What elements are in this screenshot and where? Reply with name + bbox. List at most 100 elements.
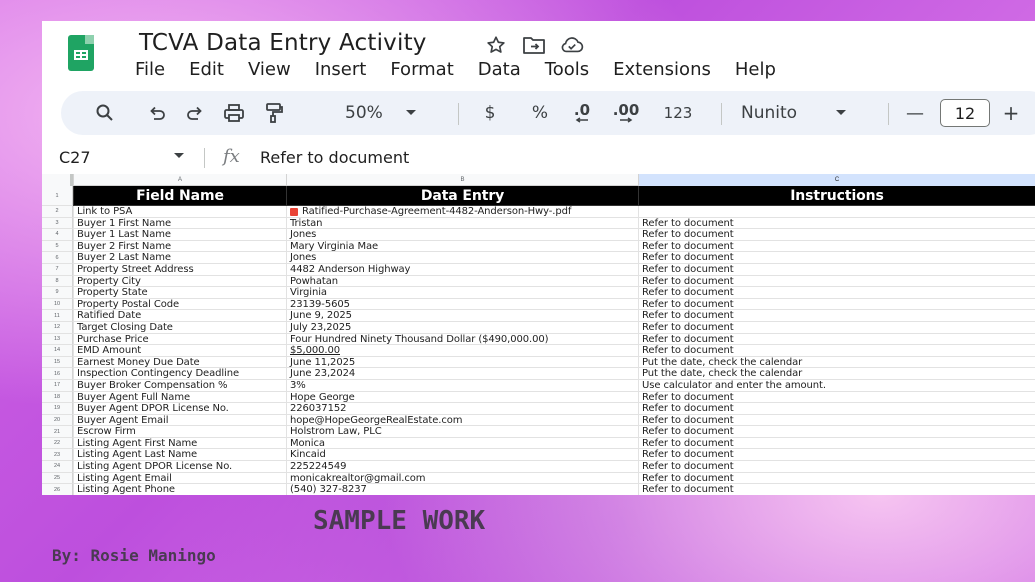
cell-field-name[interactable]: Buyer Agent Email (73, 414, 286, 427)
cell-instructions[interactable]: Refer to document (638, 217, 1035, 230)
row-number[interactable]: 20 (42, 414, 73, 427)
cell-data-entry[interactable]: 23139-5605 (286, 298, 638, 311)
cell-instructions[interactable]: Put the date, check the calendar (638, 368, 1035, 380)
cell-instructions[interactable]: Refer to document (638, 426, 1035, 438)
column-header-b[interactable]: B (286, 174, 638, 186)
row-number[interactable]: 1 (42, 186, 73, 206)
row-number[interactable]: 12 (42, 321, 73, 334)
row-number[interactable]: 22 (42, 437, 73, 450)
row-number[interactable]: 3 (42, 217, 73, 230)
header-data-entry[interactable]: Data Entry (286, 186, 638, 206)
decrease-font-size-button[interactable]: — (901, 91, 929, 135)
cell-instructions[interactable]: Refer to document (638, 449, 1035, 462)
cell-data-entry[interactable]: Tristan (286, 217, 638, 230)
cell-field-name[interactable]: Listing Agent Email (73, 472, 286, 485)
move-to-folder-icon[interactable] (522, 33, 546, 57)
row-number[interactable]: 4 (42, 229, 73, 241)
cell-data-entry[interactable]: June 9, 2025 (286, 310, 638, 322)
cell-data-entry[interactable]: Four Hundred Ninety Thousand Dollar ($49… (286, 333, 638, 346)
percent-format-button[interactable]: % (526, 91, 554, 135)
font-select[interactable]: Nunito (741, 91, 891, 135)
cell-field-name[interactable]: Earnest Money Due Date (73, 356, 286, 369)
cell-field-name[interactable]: Listing Agent DPOR License No. (73, 461, 286, 473)
cell-field-name[interactable]: Purchase Price (73, 333, 286, 346)
cell-data-entry[interactable]: 4482 Anderson Highway (286, 263, 638, 276)
cell-data-entry[interactable]: Monica (286, 437, 638, 450)
cell-instructions[interactable]: Refer to document (638, 321, 1035, 334)
font-size-input[interactable]: 12 (940, 99, 990, 127)
row-number[interactable]: 9 (42, 287, 73, 299)
more-formats-button[interactable]: 123 (658, 91, 698, 135)
cell-field-name[interactable]: Buyer 1 Last Name (73, 229, 286, 241)
row-number[interactable]: 23 (42, 449, 73, 462)
row-number[interactable]: 6 (42, 252, 73, 264)
cell-field-name[interactable]: Buyer Broker Compensation % (73, 379, 286, 392)
cell-instructions[interactable]: Refer to document (638, 263, 1035, 276)
sheets-logo-icon[interactable] (68, 35, 94, 71)
cell-data-entry[interactable]: hope@HopeGeorgeRealEstate.com (286, 414, 638, 427)
cell-data-entry[interactable]: Mary Virginia Mae (286, 240, 638, 253)
decrease-decimal-button[interactable]: .0 (564, 91, 600, 135)
cell-instructions[interactable]: Refer to document (638, 345, 1035, 357)
cell-instructions[interactable]: Refer to document (638, 275, 1035, 288)
cell-field-name[interactable]: Property City (73, 275, 286, 288)
cell-data-entry[interactable]: monicakrealtor@gmail.com (286, 472, 638, 485)
cell-data-entry[interactable]: Virginia (286, 287, 638, 299)
increase-font-size-button[interactable]: + (999, 91, 1023, 135)
row-number[interactable]: 10 (42, 298, 73, 311)
row-number[interactable]: 24 (42, 461, 73, 473)
pdf-chip[interactable]: Ratified-Purchase-Agreement-4482-Anderso… (290, 206, 571, 217)
cell-field-name[interactable]: Buyer Agent DPOR License No. (73, 403, 286, 415)
row-number[interactable]: 25 (42, 472, 73, 485)
row-number[interactable]: 15 (42, 356, 73, 369)
row-number[interactable]: 13 (42, 333, 73, 346)
chevron-down-icon[interactable] (173, 152, 185, 160)
name-box[interactable]: C27 (59, 148, 91, 167)
cell-field-name[interactable]: Property Street Address (73, 263, 286, 276)
cell-instructions[interactable]: Refer to document (638, 472, 1035, 485)
cell-instructions[interactable]: Refer to document (638, 391, 1035, 404)
cell-data-entry[interactable]: 225224549 (286, 461, 638, 473)
cell-data-entry[interactable]: July 23,2025 (286, 321, 638, 334)
cell-data-entry[interactable]: (540) 327-8237 (286, 484, 638, 495)
print-icon[interactable] (219, 91, 249, 135)
cell-data-entry[interactable]: June 11,2025 (286, 356, 638, 369)
cell-instructions[interactable]: Refer to document (638, 437, 1035, 450)
cell-instructions[interactable]: Refer to document (638, 310, 1035, 322)
cell-field-name[interactable]: Listing Agent Phone (73, 484, 286, 495)
cell-field-name[interactable]: Buyer Agent Full Name (73, 391, 286, 404)
row-number[interactable]: 18 (42, 391, 73, 404)
cell-field-name[interactable]: Inspection Contingency Deadline (73, 368, 286, 380)
cell-instructions[interactable]: Put the date, check the calendar (638, 356, 1035, 369)
cell-instructions[interactable]: Refer to document (638, 240, 1035, 253)
row-number[interactable]: 8 (42, 275, 73, 288)
cell-data-entry[interactable]: Jones (286, 252, 638, 264)
column-header-c[interactable]: C (638, 174, 1035, 186)
search-menus-icon[interactable] (91, 91, 119, 135)
cell-instructions[interactable]: Refer to document (638, 287, 1035, 299)
select-all-corner[interactable] (42, 174, 73, 186)
cell-instructions[interactable]: Refer to document (638, 484, 1035, 495)
cell-field-name[interactable]: Buyer 2 Last Name (73, 252, 286, 264)
menu-insert[interactable]: Insert (315, 59, 379, 80)
row-number[interactable]: 21 (42, 426, 73, 438)
menu-file[interactable]: File (135, 59, 177, 80)
menu-view[interactable]: View (248, 59, 303, 80)
row-number[interactable]: 5 (42, 240, 73, 253)
cell-data-entry[interactable]: 3% (286, 379, 638, 392)
cell-data-entry[interactable]: Hope George (286, 391, 638, 404)
star-icon[interactable] (484, 33, 508, 57)
zoom-select[interactable]: 50% (301, 91, 431, 135)
cell-field-name[interactable]: Listing Agent First Name (73, 437, 286, 450)
increase-decimal-button[interactable]: .00 (606, 91, 646, 135)
column-header-a[interactable]: A (73, 174, 286, 186)
row-number[interactable]: 16 (42, 368, 73, 380)
row-number[interactable]: 17 (42, 379, 73, 392)
row-number[interactable]: 11 (42, 310, 73, 322)
cell-data-entry[interactable]: $5,000.00 (286, 345, 638, 357)
cell-data-entry[interactable]: 226037152 (286, 403, 638, 415)
cell-instructions[interactable]: Refer to document (638, 414, 1035, 427)
menu-edit[interactable]: Edit (189, 59, 236, 80)
cell-field-name[interactable]: Buyer 2 First Name (73, 240, 286, 253)
row-number[interactable]: 7 (42, 263, 73, 276)
